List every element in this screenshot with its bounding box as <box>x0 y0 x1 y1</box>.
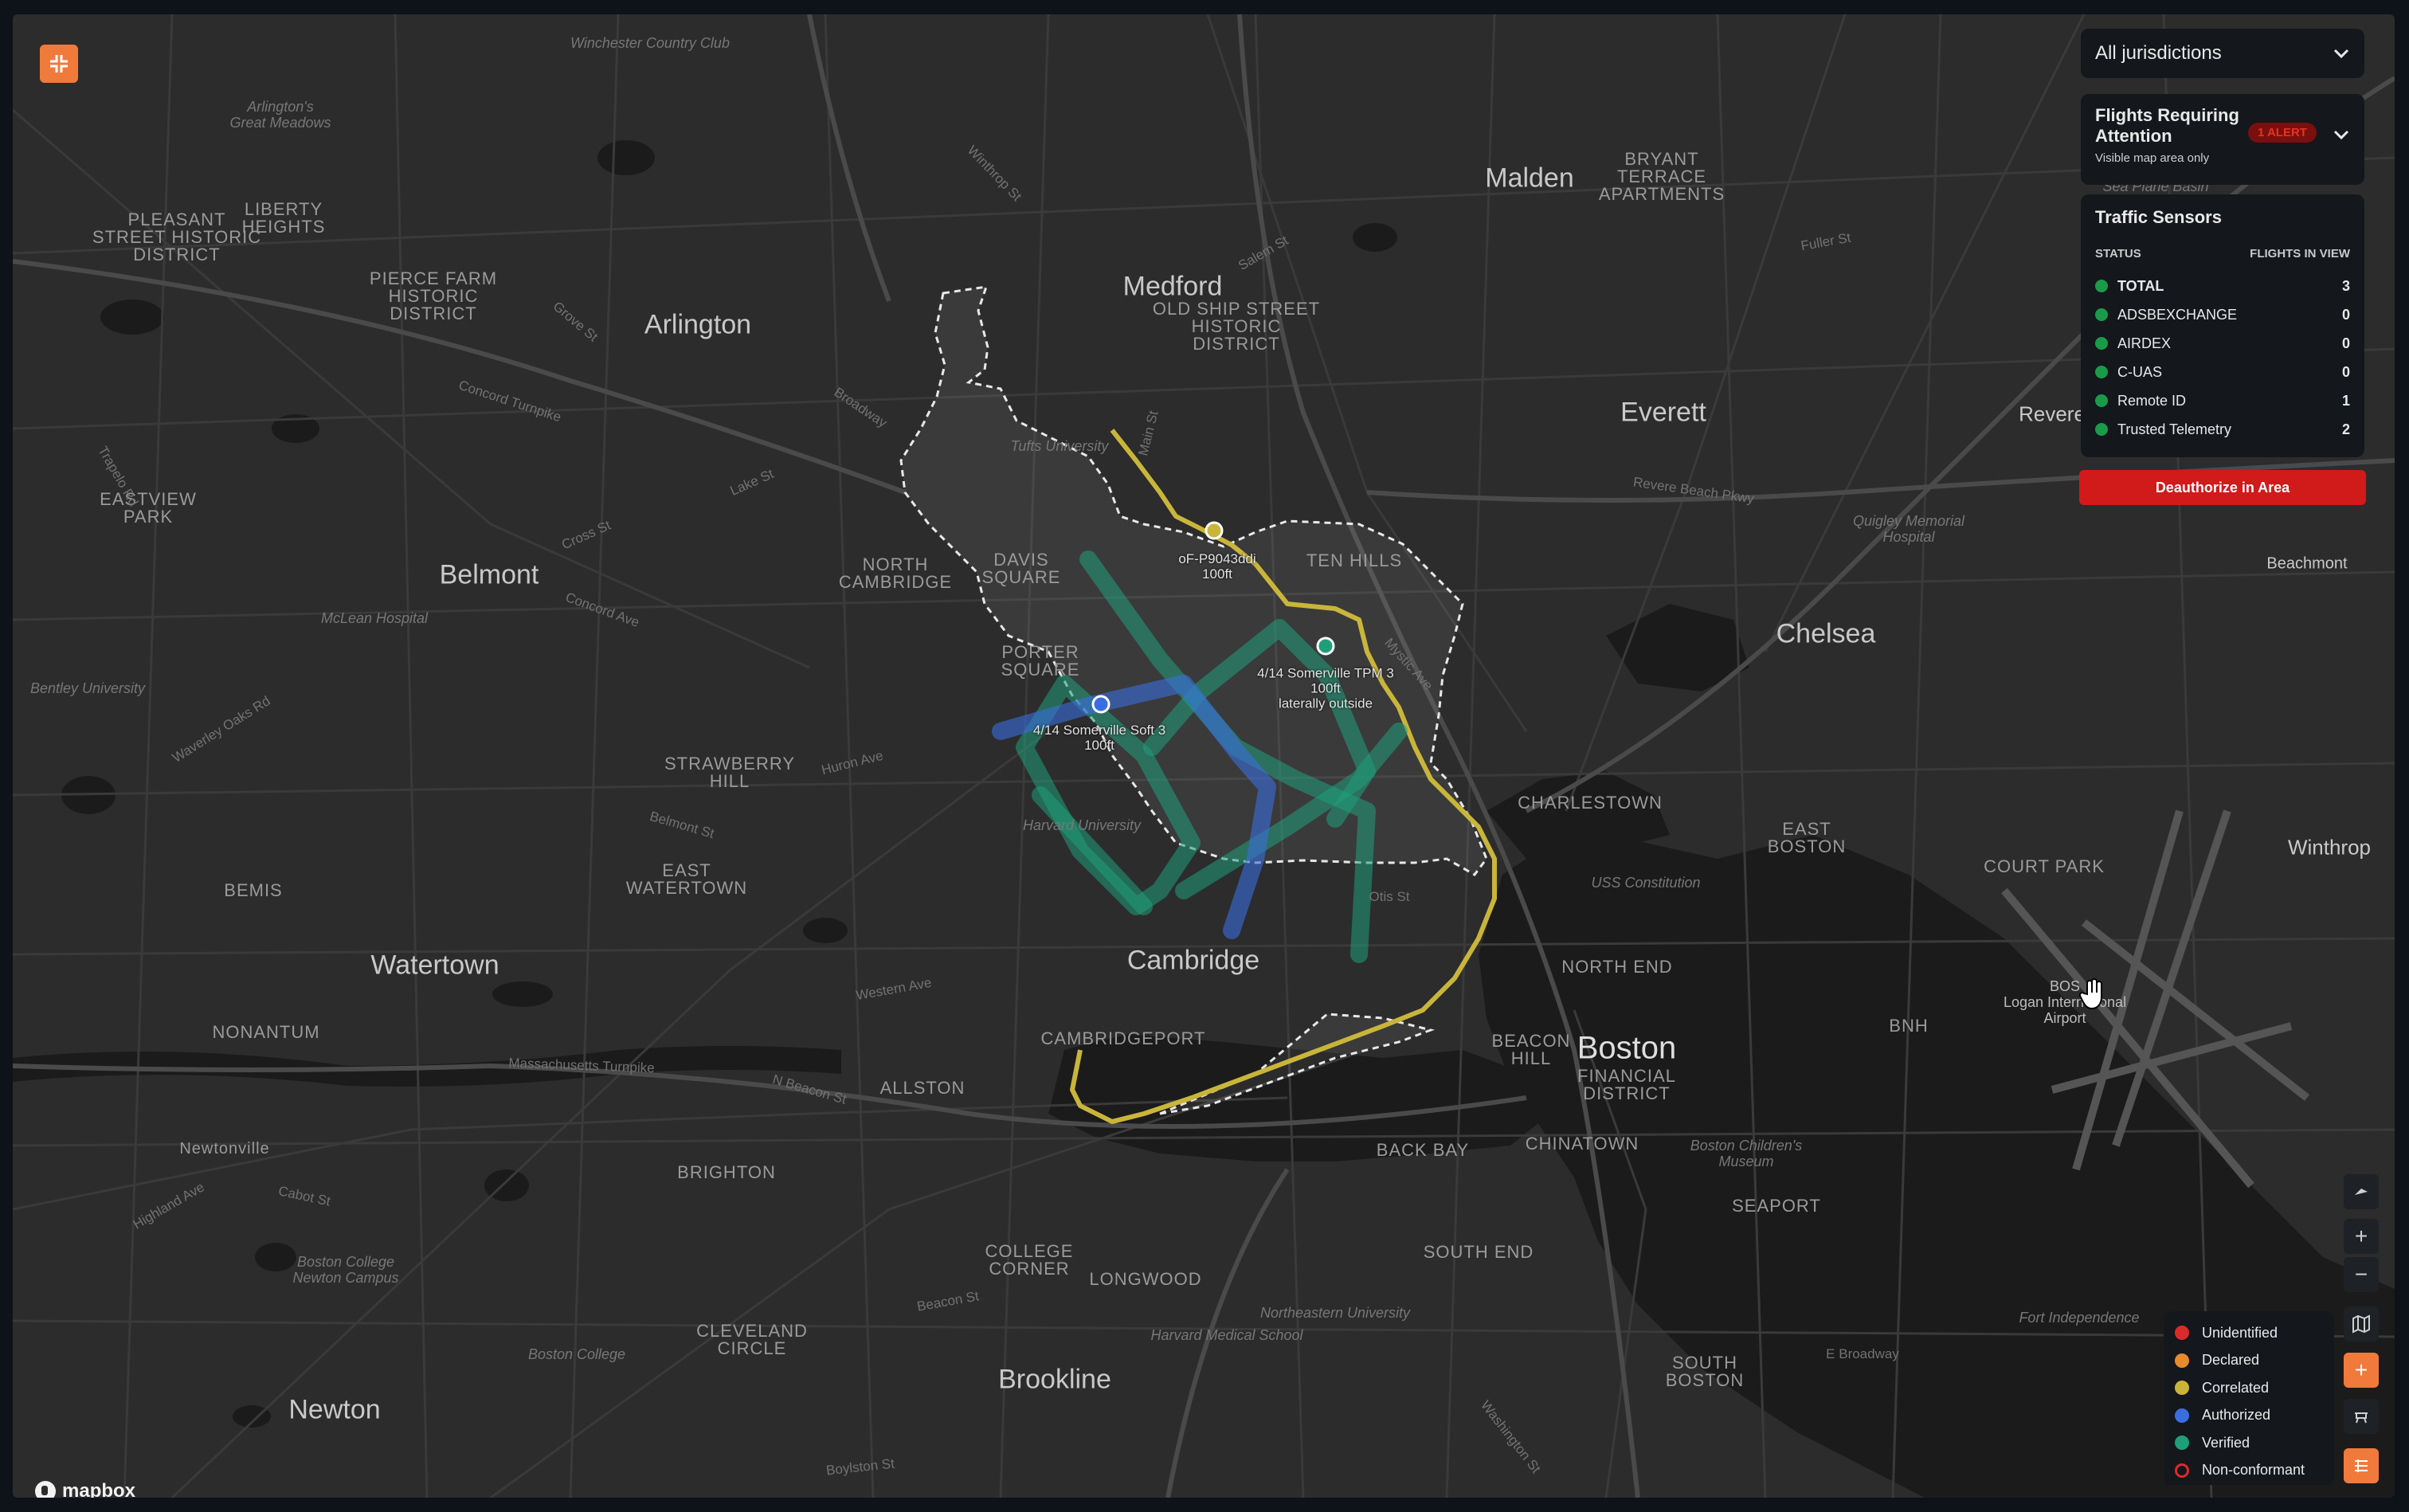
legend-dot <box>2175 1353 2189 1368</box>
legend-dot <box>2175 1436 2189 1451</box>
flight-marker-verified[interactable] <box>1316 637 1335 656</box>
map-basemap <box>13 14 2395 1498</box>
sensor-name: ADSBEXCHANGE <box>2117 306 2238 323</box>
sensor-row-c-uas: C-UAS 0 <box>2095 358 2350 386</box>
sensor-count: 1 <box>2341 392 2350 409</box>
alert-badge: 1 ALERT <box>2248 123 2317 143</box>
sensor-row-trusted-telemetry: Trusted Telemetry 2 <box>2095 415 2350 444</box>
legend-dot <box>2175 1381 2189 1396</box>
status-dot <box>2095 280 2108 292</box>
legend-label: Declared <box>2202 1352 2260 1369</box>
sensor-count: 2 <box>2341 421 2350 437</box>
sensor-row-total: TOTAL 3 <box>2095 272 2350 300</box>
sensor-row-remote-id: Remote ID 1 <box>2095 386 2350 415</box>
chevron-down-icon[interactable] <box>2333 129 2350 140</box>
chevron-down-icon <box>2333 49 2349 59</box>
restricted-area-boundary <box>899 285 1488 876</box>
attention-title: Flights Requiring Attention <box>2095 105 2239 146</box>
status-dot <box>2095 366 2108 378</box>
collapse-icon <box>50 55 68 72</box>
list-button[interactable] <box>2344 1448 2379 1483</box>
legend-item-verified: Verified <box>2175 1429 2323 1457</box>
sensor-name: Remote ID <box>2117 392 2187 409</box>
legend-item-correlated: Correlated <box>2175 1374 2323 1402</box>
traffic-sensors-panel: Traffic Sensors STATUS FLIGHTS IN VIEW T… <box>2081 194 2364 457</box>
legend-dot <box>2175 1463 2189 1478</box>
sensors-title: Traffic Sensors <box>2095 207 2222 227</box>
collapse-fullscreen-button[interactable] <box>40 45 78 83</box>
list-icon <box>2355 1459 2368 1472</box>
map-style-button[interactable] <box>2344 1306 2379 1342</box>
mapbox-wordmark: mapbox <box>62 1480 136 1498</box>
mapbox-attribution[interactable]: mapbox <box>35 1480 135 1498</box>
legend-label: Unidentified <box>2202 1324 2278 1341</box>
deauthorize-button[interactable]: Deauthorize in Area <box>2079 470 2366 505</box>
legend-label: Non-conformant <box>2202 1462 2305 1479</box>
legend-item-declared: Declared <box>2175 1347 2323 1375</box>
legend-label: Verified <box>2202 1434 2250 1451</box>
sensor-name: C-UAS <box>2117 363 2163 380</box>
attention-subtitle: Visible map area only <box>2095 151 2210 165</box>
flight-marker-correlated[interactable] <box>1204 521 1224 540</box>
sensor-count: 0 <box>2341 306 2350 323</box>
drone-icon <box>2355 1412 2368 1424</box>
legend-item-non-conformant: Non-conformant <box>2175 1457 2323 1485</box>
mapbox-logo-icon <box>35 1481 56 1498</box>
sensor-count: 0 <box>2341 335 2350 351</box>
compass-icon <box>2355 1189 2368 1195</box>
status-dot <box>2095 394 2108 407</box>
legend-label: Correlated <box>2202 1379 2270 1396</box>
flight-marker-authorized[interactable] <box>1091 695 1110 714</box>
sensor-row-airdex: AIRDEX 0 <box>2095 329 2350 358</box>
hand-cursor-icon <box>2079 978 2102 1010</box>
compass-button[interactable] <box>2344 1174 2379 1209</box>
sensor-row-adsbexchange: ADSBEXCHANGE 0 <box>2095 300 2350 329</box>
zoom-in-button[interactable]: + <box>2344 1219 2379 1254</box>
add-button[interactable]: + <box>2344 1353 2379 1388</box>
jurisdiction-value: All jurisdictions <box>2095 42 2222 64</box>
legend-panel: Unidentified Declared Correlated Authori… <box>2164 1311 2334 1485</box>
sensor-name: AIRDEX <box>2117 335 2172 351</box>
legend-label: Authorized <box>2202 1407 2271 1424</box>
status-dot <box>2095 423 2108 436</box>
sensor-count: 3 <box>2341 277 2350 294</box>
status-dot <box>2095 337 2108 350</box>
legend-dot <box>2175 1408 2189 1423</box>
col-status-header: STATUS <box>2095 247 2141 260</box>
drone-button[interactable] <box>2344 1399 2379 1434</box>
sensor-name: TOTAL <box>2117 277 2164 294</box>
zoom-out-button[interactable]: − <box>2344 1257 2379 1292</box>
map-canvas[interactable]: Medford Arlington Malden Everett Belmont… <box>13 14 2395 1498</box>
legend-item-unidentified: Unidentified <box>2175 1319 2323 1347</box>
sensor-name: Trusted Telemetry <box>2117 421 2232 437</box>
legend-dot <box>2175 1326 2189 1341</box>
status-dot <box>2095 308 2108 321</box>
legend-item-authorized: Authorized <box>2175 1402 2323 1430</box>
map-icon <box>2352 1314 2370 1334</box>
flights-attention-panel[interactable]: Flights Requiring Attention Visible map … <box>2081 94 2364 185</box>
col-flights-header: FLIGHTS IN VIEW <box>2250 247 2350 260</box>
jurisdiction-select[interactable]: All jurisdictions <box>2081 29 2364 78</box>
sensor-count: 0 <box>2341 363 2350 380</box>
